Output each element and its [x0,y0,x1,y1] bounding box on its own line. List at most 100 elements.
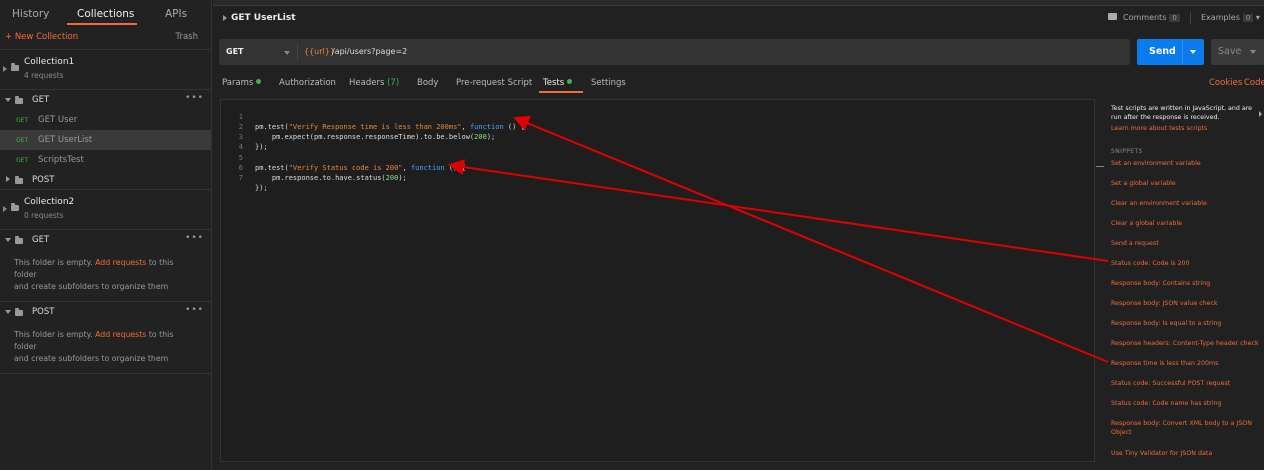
collection-collection2[interactable]: Collection2 0 requests [0,190,211,230]
collapse-panel-icon[interactable] [1259,111,1262,117]
folder-name: GET [32,95,50,105]
more-options-icon[interactable]: ••• [185,233,204,243]
snippets-header: SNIPPETS [1111,148,1143,155]
tab-headers[interactable]: Headers (7) [349,78,399,88]
url-variable[interactable]: {{url}} [304,47,335,56]
folder-name: POST [32,175,55,185]
method-badge: GET [16,157,29,164]
folder-post[interactable]: POST [0,170,211,190]
empty-folder-message: This folder is empty. Add requests to th… [0,322,211,374]
learn-more-link[interactable]: Learn more about tests scripts [1111,125,1207,132]
tab-authorization[interactable]: Authorization [279,78,336,88]
code-line: 6 pm.response.to.have.status(200); [221,153,1091,182]
request-item-selected[interactable]: GET GET UserList [0,130,211,150]
collection-count: 4 requests [24,71,64,80]
empty-folder-message: This folder is empty. Add requests to th… [0,250,211,302]
save-label: Save [1218,46,1242,57]
folder-get[interactable]: GET ••• [0,230,211,250]
trash-button[interactable]: Trash [176,32,198,42]
folder-icon [15,236,23,244]
more-options-icon[interactable]: ••• [185,93,204,103]
folder-icon [11,63,19,71]
folder-icon [15,96,23,104]
comments-count: 0 [1169,14,1180,22]
add-requests-link[interactable]: Add requests [95,258,146,267]
method-badge: GET [16,117,29,124]
snippet-link[interactable]: Status code: Successful POST request [1111,379,1261,388]
empty-text: and create subfolders to organize them [14,282,169,291]
send-button[interactable]: Send [1137,39,1204,65]
folder-icon [11,203,19,211]
divider [1182,39,1183,65]
collection-count: 0 requests [24,211,64,220]
snippet-link[interactable]: Send a request [1111,239,1261,248]
folder-post[interactable]: POST ••• [0,302,211,322]
code-link[interactable]: Code [1244,78,1264,88]
status-dot [567,79,573,84]
folder-icon [15,308,23,316]
request-subtabs: Params Authorization Headers (7) Body Pr… [213,72,1264,94]
tab-label: Params [222,78,254,88]
snippet-link[interactable]: Response body: Convert XML body to a JSO… [1111,419,1261,437]
empty-text: and create subfolders to organize them [14,354,169,363]
folder-name: GET [32,235,50,245]
snippet-link[interactable]: Status code: Code is 200 [1111,259,1261,268]
tab-apis[interactable]: APIs [165,8,187,20]
tab-history[interactable]: History [12,8,49,20]
snippet-link[interactable]: Response time is less than 200ms [1111,359,1261,368]
cookies-link[interactable]: Cookies [1209,78,1242,88]
request-item[interactable]: GET GET User [0,110,211,130]
snippet-link[interactable]: Response body: Is equal to a string [1111,319,1261,328]
request-name: ScriptsTest [38,155,84,165]
sidebar-tabs: History Collections APIs [0,0,211,26]
tab-tests[interactable]: Tests [543,78,573,88]
snippet-link[interactable]: Response body: Contains string [1111,279,1261,288]
chevron-down-icon[interactable] [284,51,290,55]
request-item[interactable]: GET ScriptsTest [0,150,211,170]
sidebar-toolbar: + New Collection Trash [0,26,211,50]
sidebar: History Collections APIs + New Collectio… [0,0,212,470]
snippet-link[interactable]: Use Tiny Validator for JSON data [1111,449,1261,458]
snippet-link[interactable]: Response body: JSON value check [1111,299,1261,308]
folder-icon [15,176,23,184]
tab-pre-request-script[interactable]: Pre-request Script [456,78,532,88]
divider [297,43,298,61]
snippet-link[interactable]: Set an environment variable [1111,159,1261,168]
code-line: 1 pm.test("Verify Response time is less … [221,102,1091,131]
tab-params[interactable]: Params [222,78,262,88]
comments-button[interactable]: Comments 0 [1123,13,1180,22]
tab-body[interactable]: Body [417,78,438,88]
url-input[interactable]: /api/users?page=2 [332,47,407,56]
snippet-link[interactable]: Clear a global variable [1111,219,1261,228]
chevron-right-icon[interactable] [223,15,227,21]
snippet-link[interactable]: Response headers: Content-Type header ch… [1111,339,1261,348]
snippet-link[interactable]: Status code: Code name has string [1111,399,1261,408]
tab-collections[interactable]: Collections [77,8,134,20]
panel-resize-handle[interactable] [1096,166,1104,167]
more-options-icon[interactable]: ••• [185,305,204,315]
chevron-down-icon[interactable] [1250,50,1256,54]
active-tab-indicator [539,91,583,93]
chevron-right-icon [6,176,10,182]
examples-count: 0 [1242,14,1254,22]
save-button[interactable]: Save [1211,39,1264,65]
tab-label: Headers [349,78,385,88]
method-select[interactable]: GET [226,47,244,56]
tests-editor[interactable]: 1 pm.test("Verify Response time is less … [220,99,1095,462]
method-badge: GET [16,137,29,144]
chevron-down-icon[interactable] [1190,50,1196,54]
snippet-link[interactable]: Set a global variable [1111,179,1261,188]
send-label: Send [1149,46,1176,57]
folder-name: POST [32,307,55,317]
collection-collection1[interactable]: Collection1 4 requests [0,50,211,90]
add-requests-link[interactable]: Add requests [95,330,146,339]
examples-button[interactable]: Examples 0 ▾ [1201,13,1260,22]
snippet-link[interactable]: Clear an environment variable [1111,199,1261,208]
chevron-right-icon [3,206,7,212]
snippets-panel: Test scripts are written in JavaScript, … [1110,99,1264,470]
chevron-down-icon: ▾ [1255,13,1260,22]
chevron-down-icon [5,98,11,102]
new-collection-button[interactable]: + New Collection [5,32,78,42]
folder-get[interactable]: GET ••• [0,90,211,110]
tab-settings[interactable]: Settings [591,78,626,88]
